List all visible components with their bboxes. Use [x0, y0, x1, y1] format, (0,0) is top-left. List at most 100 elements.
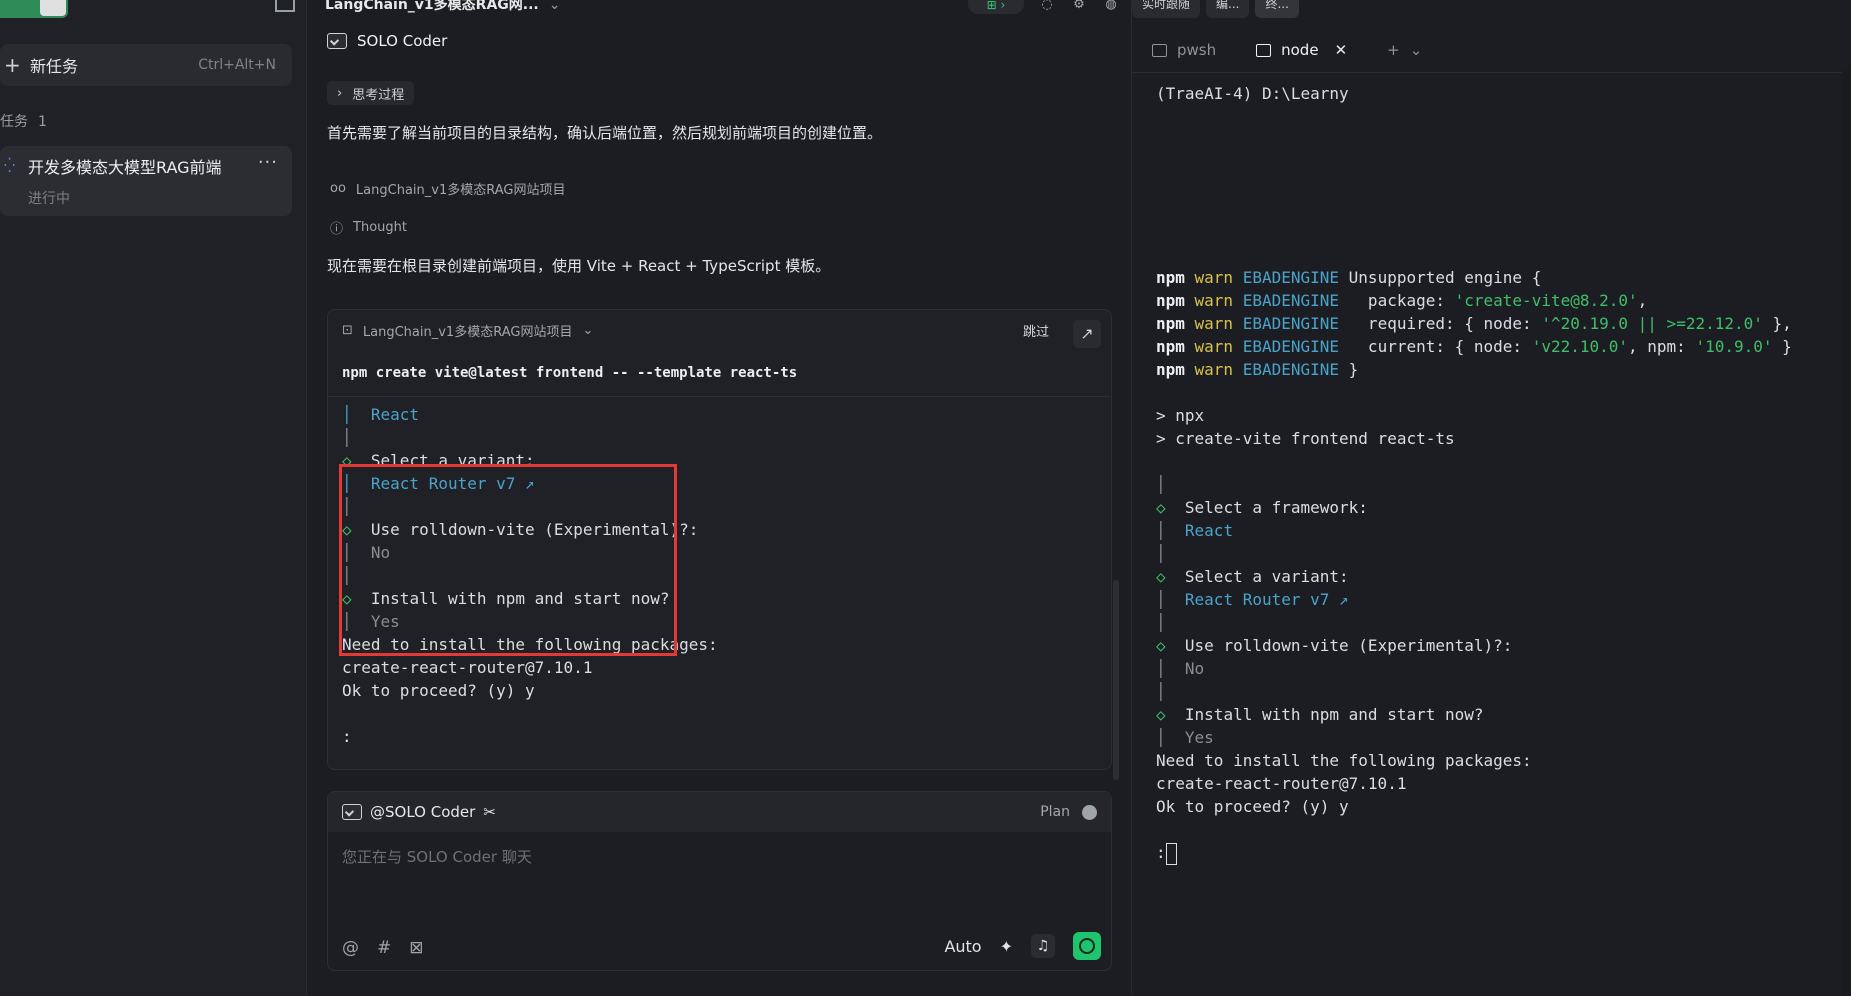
project-reference[interactable]: oo LangChain_v1多模态RAG网站项目 — [330, 179, 565, 198]
highlight-annotation — [339, 464, 677, 656]
terminal-line: npm warn EBADENGINE } — [1156, 360, 1359, 379]
project-title-text: LangChain_v1多模态RAG网... — [325, 0, 539, 13]
task-title: 开发多模态大模型RAG前端 — [28, 158, 222, 177]
terminal-agent-icon — [327, 33, 347, 49]
plan-switch[interactable] — [1082, 804, 1097, 820]
new-task-shortcut: Ctrl+Alt+N — [198, 57, 276, 73]
terminal-line: > npx — [1156, 406, 1205, 425]
terminal-tabs: pwsh node ✕ + ⌄ — [1132, 28, 1851, 73]
task-item[interactable]: ⁛ 开发多模态大模型RAG前端 ··· 进行中 — [0, 146, 292, 216]
terminal-line: : — [342, 727, 352, 746]
tools-icon[interactable]: ✂ — [483, 803, 496, 821]
chat-input-box: @SOLO Coder ✂ Plan 您正在与 SOLO Coder 聊天 @ … — [327, 791, 1112, 971]
plan-label: Plan — [1040, 804, 1070, 820]
plus-icon: + — [4, 53, 21, 77]
plus-icon: + — [1387, 41, 1400, 59]
terminal-card-header: ⊡ LangChain_v1多模态RAG网站项目 ⌄ 跳过 — [328, 310, 1111, 350]
chat-icon[interactable]: ◌ — [1038, 0, 1056, 12]
branch-status-icon[interactable]: ⊞ › — [968, 0, 1024, 14]
skip-button[interactable]: 跳过 — [1023, 321, 1049, 340]
agent-name: SOLO Coder — [357, 32, 448, 50]
terminal-icon — [1152, 43, 1167, 57]
tab-node[interactable]: node ✕ — [1236, 28, 1368, 72]
terminal-line: Ok to proceed? (y) y — [1156, 797, 1349, 816]
terminal-line: ◇ Install with npm and start now? — [1156, 705, 1484, 724]
thought-item[interactable]: ⓘ Thought — [330, 218, 407, 237]
terminal-line: > create-vite frontend react-ts — [1156, 429, 1455, 448]
panel-tab[interactable]: 编... — [1206, 0, 1250, 18]
panel-tab[interactable]: 终... — [1255, 0, 1299, 18]
terminal-line: (TraeAI-4) D:\Learny — [1156, 84, 1349, 103]
chat-panel: LangChain_v1多模态RAG网... ⌄ ⊞ › ◌ ⚙ ◍ SOLO C… — [307, 0, 1120, 996]
image-icon[interactable]: ⊠ — [409, 938, 423, 958]
terminal-line: ◇ Select a variant: — [1156, 567, 1349, 586]
project-title[interactable]: LangChain_v1多模态RAG网... ⌄ — [325, 0, 560, 14]
project-reference-label: LangChain_v1多模态RAG网站项目 — [355, 183, 566, 198]
at-mention-icon[interactable]: @ — [342, 938, 359, 958]
terminal-line: │ React — [1156, 521, 1234, 540]
terminal-line: │ — [1156, 544, 1166, 563]
microphone-icon[interactable]: ♫ — [1031, 934, 1055, 958]
agent-header: SOLO Coder — [327, 32, 447, 50]
loading-spinner-icon: ⁛ — [4, 158, 16, 174]
thinking-process-toggle[interactable]: › 思考过程 — [327, 81, 415, 105]
terminal-output[interactable]: (TraeAI-4) D:\Learny npm warn EBADENGINE … — [1156, 82, 1846, 865]
terminal-line: │ — [342, 428, 352, 447]
panel-tab[interactable]: 实时跟随 — [1132, 0, 1201, 18]
terminal-line: │ React Router v7 ↗ — [1156, 590, 1349, 609]
agent-mention[interactable]: @SOLO Coder — [370, 803, 475, 821]
gear-icon[interactable]: ⚙ — [1070, 0, 1088, 12]
new-task-button[interactable]: + 新任务 Ctrl+Alt+N — [0, 44, 292, 86]
terminal-scrollbar[interactable] — [1842, 70, 1851, 996]
panel-top-tabs: 实时跟随 编... 终... — [1132, 0, 1851, 18]
terminal-icon: ⊡ — [342, 322, 353, 338]
terminal-line: │ React — [342, 405, 420, 424]
close-icon[interactable]: ✕ — [1335, 41, 1348, 59]
terminal-line: │ — [1156, 613, 1166, 632]
terminal-line: ◇ Select a framework: — [1156, 498, 1368, 517]
terminal-line: │ No — [1156, 659, 1205, 678]
terminal-command: npm create vite@latest frontend -- --tem… — [328, 350, 1111, 397]
chat-input[interactable]: 您正在与 SOLO Coder 聊天 — [328, 832, 1111, 881]
sparkle-icon[interactable]: ✦ — [1000, 937, 1013, 956]
solo-logo — [0, 0, 68, 18]
terminal-icon — [1256, 43, 1272, 57]
more-options-icon[interactable]: ··· — [258, 152, 278, 173]
layout-toggle-icon[interactable] — [275, 0, 295, 12]
glasses-icon: oo — [330, 181, 346, 196]
top-toolbar: ⊞ › ◌ ⚙ ◍ — [968, 0, 1120, 14]
assistant-message-2: 现在需要在根目录创建前端项目，使用 Vite + React + TypeScr… — [327, 257, 831, 275]
info-icon: ⓘ — [330, 222, 344, 237]
task-header-label: 任务 — [0, 114, 28, 130]
expand-icon[interactable]: ↗ — [1073, 320, 1101, 348]
terminal-line: │ — [1156, 682, 1166, 701]
terminal-card-project[interactable]: LangChain_v1多模态RAG网站项目 — [363, 321, 573, 340]
chat-scrollbar[interactable] — [1113, 580, 1119, 780]
thought-label: Thought — [353, 220, 407, 235]
terminal-line: Ok to proceed? (y) y — [342, 681, 535, 700]
terminal-line: │ Yes — [1156, 728, 1214, 747]
chevron-down-icon: ⌄ — [548, 0, 561, 13]
terminal-agent-icon — [342, 804, 362, 820]
send-button[interactable] — [1073, 932, 1101, 960]
new-task-label: 新任务 — [30, 57, 79, 76]
add-terminal-button[interactable]: + ⌄ — [1367, 28, 1442, 72]
mode-selector[interactable]: Auto — [944, 937, 981, 956]
terminal-line: : — [1156, 841, 1846, 865]
task-status: 进行中 — [28, 191, 70, 207]
terminal-panel: 实时跟随 编... 终... pwsh node ✕ + ⌄ (TraeAI-4) … — [1131, 0, 1851, 996]
plan-toggle[interactable]: Plan — [1040, 804, 1097, 820]
chevron-down-icon: ⌄ — [1409, 41, 1423, 59]
tab-pwsh[interactable]: pwsh — [1132, 28, 1236, 72]
hash-icon[interactable]: # — [377, 938, 391, 958]
chevron-down-icon: ⌄ — [582, 322, 594, 338]
terminal-line: npm warn EBADENGINE package: 'create-vit… — [1156, 291, 1648, 310]
account-icon[interactable]: ◍ — [1102, 0, 1120, 12]
